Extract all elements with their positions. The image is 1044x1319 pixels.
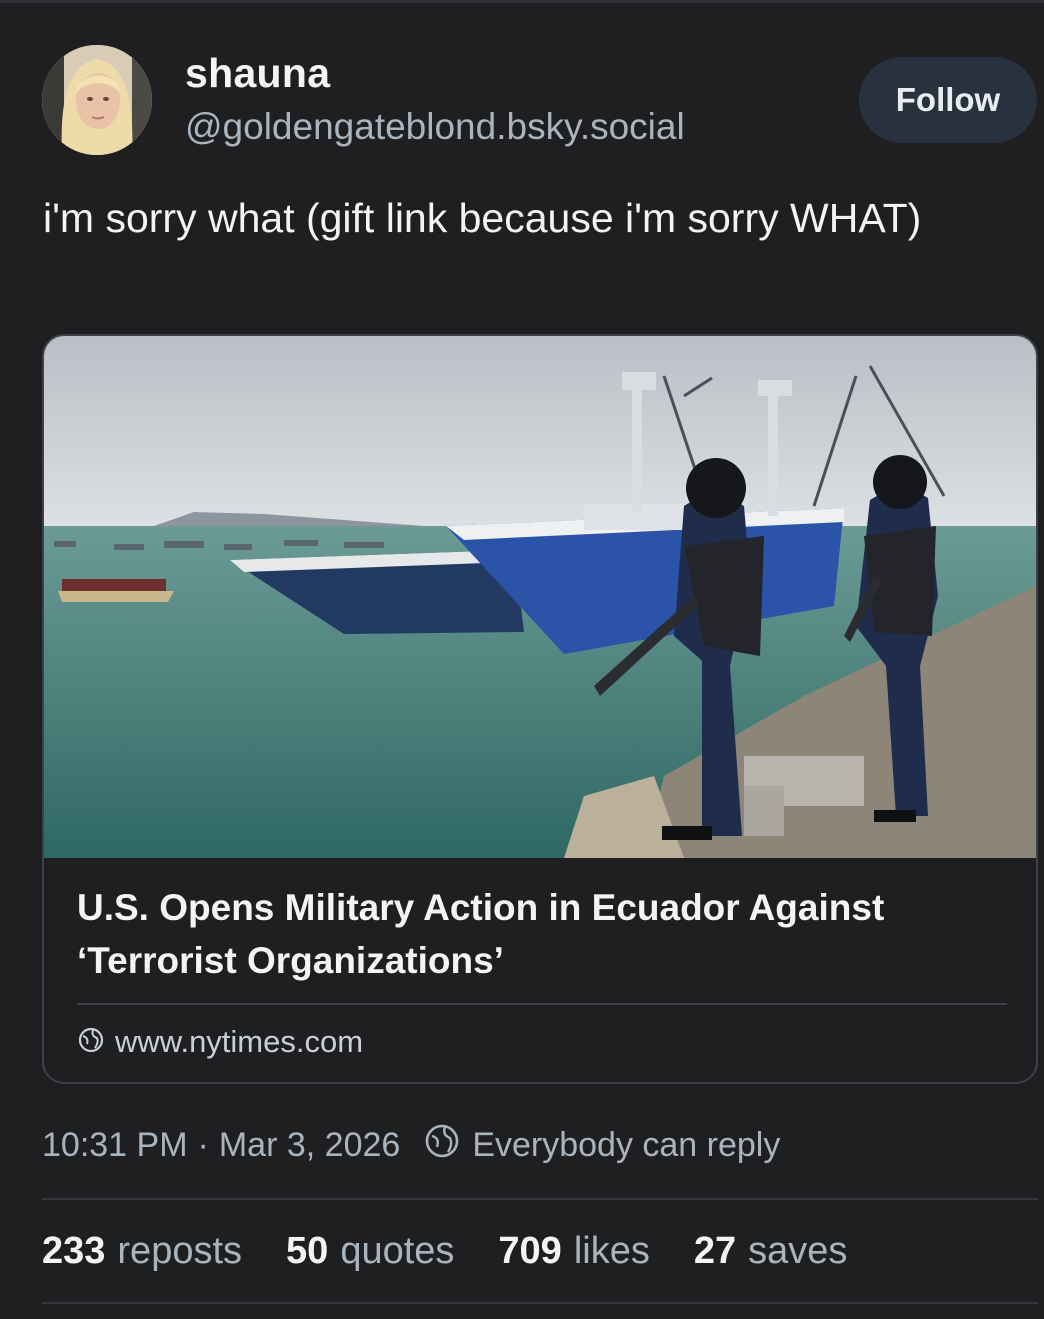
- globe-icon: [424, 1123, 460, 1168]
- globe-icon: [77, 1026, 105, 1059]
- avatar-image: [42, 45, 152, 155]
- link-card[interactable]: U.S. Opens Military Action in Ecuador Ag…: [42, 334, 1038, 1084]
- stat-reposts[interactable]: 233 reposts: [42, 1230, 242, 1273]
- stat-count: 709: [498, 1229, 562, 1272]
- stat-label: likes: [573, 1229, 650, 1272]
- post-thread-view: shauna @goldengateblond.bsky.social Foll…: [0, 0, 1044, 1319]
- stat-likes[interactable]: 709 likes: [498, 1230, 649, 1273]
- post-date: Mar 3, 2026: [218, 1125, 401, 1164]
- link-card-image: [44, 336, 1036, 858]
- meta-separator: ·: [197, 1125, 209, 1164]
- link-card-domain-row[interactable]: www.nytimes.com: [77, 1022, 363, 1062]
- link-card-divider: [77, 1003, 1007, 1005]
- stat-label: quotes: [340, 1229, 455, 1272]
- reply-setting-label: Everybody can reply: [472, 1125, 781, 1164]
- stat-count: 27: [693, 1229, 737, 1272]
- link-card-title[interactable]: U.S. Opens Military Action in Ecuador Ag…: [77, 881, 1007, 987]
- stat-count: 233: [42, 1229, 106, 1272]
- divider: [42, 1302, 1038, 1304]
- follow-button[interactable]: Follow: [859, 57, 1037, 143]
- top-divider: [0, 0, 1044, 3]
- divider: [42, 1198, 1038, 1200]
- display-name[interactable]: shauna: [185, 50, 330, 97]
- post-stats: 233 reposts 50 quotes 709 likes 27 saves: [42, 1225, 847, 1277]
- stat-saves[interactable]: 27 saves: [694, 1230, 848, 1273]
- stat-quotes[interactable]: 50 quotes: [286, 1230, 454, 1273]
- stat-label: reposts: [117, 1229, 243, 1272]
- stat-label: saves: [748, 1229, 848, 1272]
- user-handle[interactable]: @goldengateblond.bsky.social: [185, 106, 685, 148]
- stat-count: 50: [286, 1229, 329, 1272]
- post-meta: 10:31 PM · Mar 3, 2026 Everybody can rep…: [42, 1122, 780, 1168]
- reply-setting[interactable]: Everybody can reply: [424, 1123, 780, 1168]
- avatar[interactable]: [42, 45, 152, 155]
- post-time: 10:31 PM: [42, 1125, 188, 1164]
- post-text: i'm sorry what (gift link because i'm so…: [43, 195, 922, 241]
- link-card-domain: www.nytimes.com: [115, 1024, 364, 1059]
